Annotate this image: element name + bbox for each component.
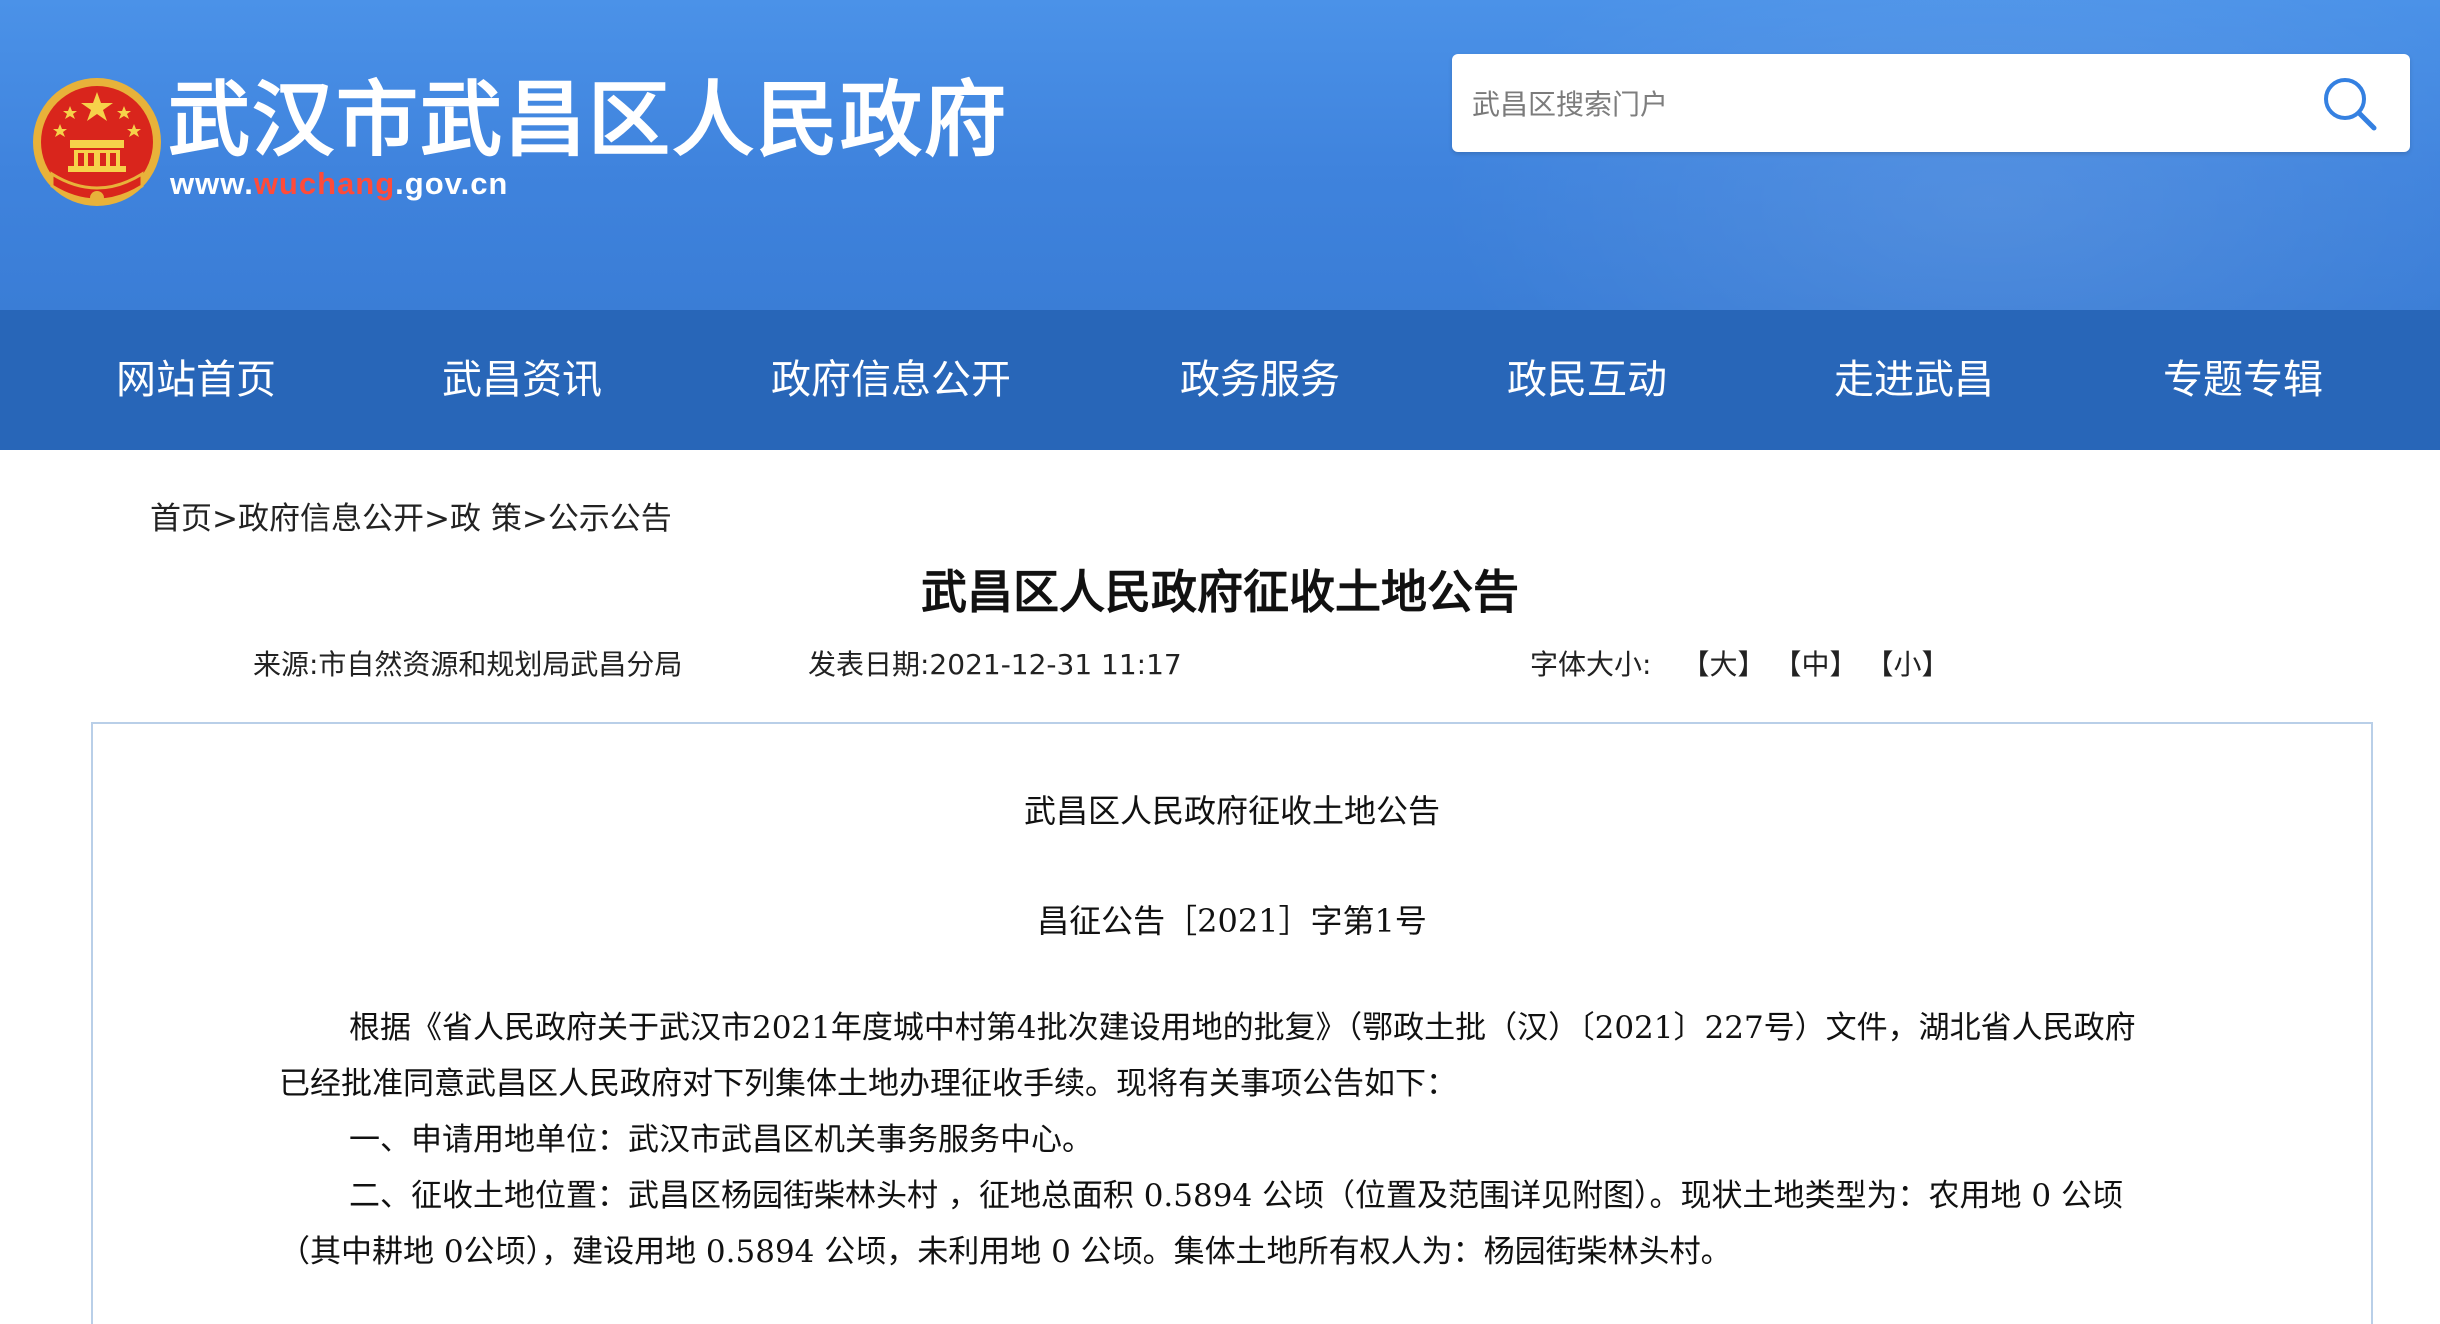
document-paragraph: 一、申请用地单位：武汉市武昌区机关事务服务中心。 <box>349 1122 1093 1158</box>
site-url-domain: wuchang <box>253 166 396 201</box>
nav-item-about[interactable]: 走进武昌 <box>1834 310 1994 450</box>
nav-item-home[interactable]: 网站首页 <box>116 310 276 450</box>
header-banner: 武汉市武昌区人民政府 www.wuchang.gov.cn <box>0 0 2440 310</box>
article-date: 发表日期:2021-12-31 11:17 <box>808 648 1182 681</box>
document-number: 昌征公告［2021］字第1号 <box>1037 902 1427 940</box>
font-size-control: 字体大小: 【大】 【中】 【小】 <box>1530 643 1971 683</box>
nav-item-interaction[interactable]: 政民互动 <box>1507 310 1667 450</box>
breadcrumb-gov-info[interactable]: 政府信息公开 <box>238 501 424 537</box>
breadcrumb: 首页>政府信息公开>政 策>公示公告 <box>150 493 672 538</box>
site-url: www.wuchang.gov.cn <box>170 168 508 199</box>
font-size-label: 字体大小: <box>1530 648 1652 681</box>
article-content: 武昌区人民政府征收土地公告 昌征公告［2021］字第1号 根据《省人民政府关于武… <box>91 722 2373 1324</box>
document-title: 武昌区人民政府征收土地公告 <box>1023 792 1440 830</box>
nav-item-news[interactable]: 武昌资讯 <box>442 310 602 450</box>
article-source: 来源:市自然资源和规划局武昌分局 <box>253 648 683 681</box>
breadcrumb-policy[interactable]: 政 策 <box>450 501 522 537</box>
document-paragraph: 根据《省人民政府关于武汉市2021年度城中村第4批次建设用地的批复》（鄂政土批（… <box>349 1010 2136 1046</box>
site-url-suffix: .gov.cn <box>395 166 509 201</box>
breadcrumb-separator: > <box>212 501 238 537</box>
nav-item-topics[interactable]: 专题专辑 <box>2163 310 2323 450</box>
document-paragraph: 二、征收土地位置：武昌区杨园街柴林头村 ，征地总面积 0.5894 公顷（位置及… <box>349 1178 2123 1214</box>
article-title: 武昌区人民政府征收土地公告 <box>921 565 1519 619</box>
main-nav: 网站首页 武昌资讯 政府信息公开 政务服务 政民互动 走进武昌 专题专辑 <box>0 310 2440 450</box>
breadcrumb-home[interactable]: 首页 <box>150 501 212 537</box>
font-size-large-button[interactable]: 【大】 <box>1681 648 1765 681</box>
breadcrumb-separator: > <box>521 501 548 537</box>
breadcrumb-separator: > <box>423 501 450 537</box>
national-emblem-icon <box>33 78 161 206</box>
document-paragraph: 已经批准同意武昌区人民政府对下列集体土地办理征收手续。现将有关事项公告如下： <box>279 1066 1457 1102</box>
nav-item-services[interactable]: 政务服务 <box>1180 310 1340 450</box>
site-url-prefix: www. <box>170 166 254 201</box>
search-icon[interactable] <box>2318 72 2382 136</box>
font-size-medium-button[interactable]: 【中】 <box>1787 648 1857 681</box>
font-size-small-button[interactable]: 【小】 <box>1879 648 1949 681</box>
breadcrumb-notices[interactable]: 公示公告 <box>548 501 672 537</box>
search-input[interactable] <box>1470 54 2274 154</box>
site-title: 武汉市武昌区人民政府 <box>168 73 1009 168</box>
nav-item-gov-info[interactable]: 政府信息公开 <box>771 310 1011 450</box>
document-paragraph: （其中耕地 0公顷），建设用地 0.5894 公顷，未利用地 0 公顷。集体土地… <box>279 1234 1732 1270</box>
search-box <box>1452 54 2410 154</box>
